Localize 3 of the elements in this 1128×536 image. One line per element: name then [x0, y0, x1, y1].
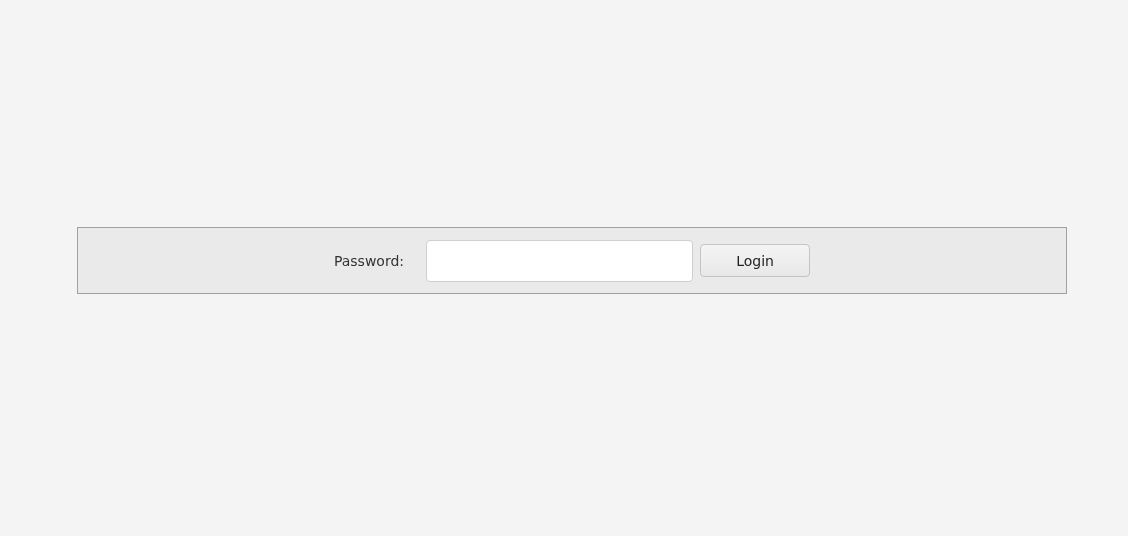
password-label: Password:	[333, 252, 405, 269]
login-button[interactable]: Login	[700, 244, 811, 277]
password-field[interactable]	[426, 239, 694, 282]
